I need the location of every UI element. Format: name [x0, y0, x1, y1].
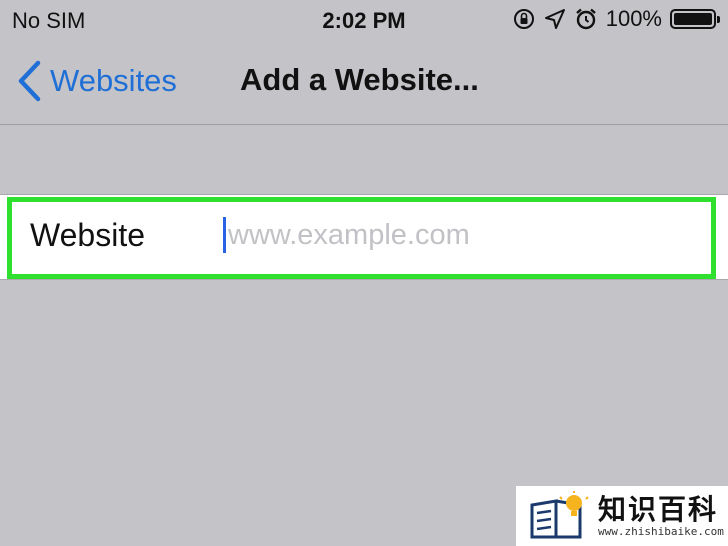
orientation-lock-icon: [513, 9, 534, 29]
highlight-box: [7, 197, 716, 279]
watermark-logo: 知识百科 www.zhishibaike.com: [516, 486, 728, 546]
alarm-icon: [575, 8, 596, 30]
watermark-text: 知识百科 www.zhishibaike.com: [598, 493, 724, 538]
page-title: Add a Website...: [240, 62, 479, 97]
navigation-bar: Websites Add a Website...: [0, 40, 728, 125]
chevron-left-icon: [18, 60, 41, 102]
status-icons: 100%: [512, 6, 720, 32]
status-bar: No SIM 2:02 PM 100%: [0, 0, 728, 40]
back-button-label: Websites: [50, 63, 177, 98]
watermark-title: 知识百科: [598, 493, 719, 525]
watermark-url: www.zhishibaike.com: [598, 524, 724, 538]
book-lightbulb-icon: [530, 491, 589, 539]
battery-icon: [670, 9, 720, 29]
back-button[interactable]: Websites: [16, 60, 177, 102]
location-arrow-icon: [544, 9, 565, 29]
battery-level: [674, 13, 712, 25]
battery-percent: 100%: [605, 6, 662, 31]
